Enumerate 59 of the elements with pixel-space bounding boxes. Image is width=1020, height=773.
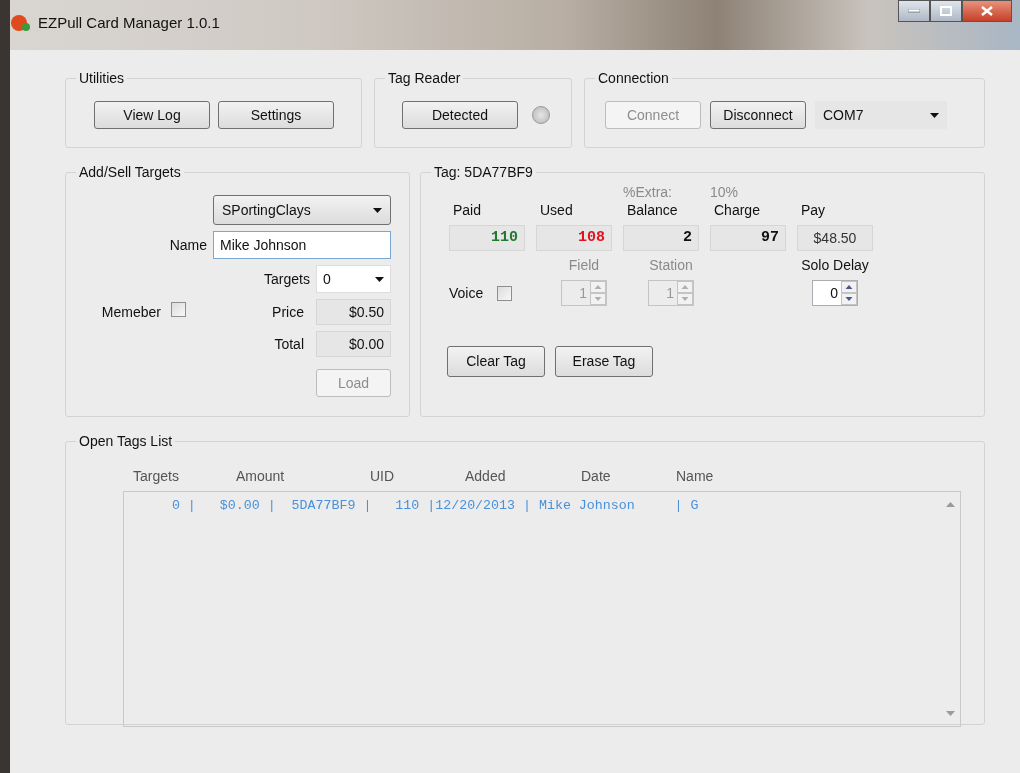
- member-checkbox[interactable]: [171, 301, 186, 317]
- stat-caption: 10%: [710, 185, 740, 200]
- scroll-down-icon[interactable]: [945, 711, 955, 716]
- total-value: $0.00: [316, 331, 391, 357]
- stat-value: 108: [536, 225, 612, 251]
- toolbar-button[interactable]: View Log: [94, 101, 210, 129]
- spinner-label: Field: [568, 256, 600, 275]
- dropdown-caret-icon: [930, 112, 939, 118]
- minimize-button[interactable]: [898, 0, 930, 22]
- stat-label: Balance: [626, 201, 679, 220]
- field-label: Targets: [263, 269, 311, 289]
- stat-label: Paid: [452, 201, 483, 220]
- field-label: Price: [271, 302, 305, 322]
- stat-label: Used: [539, 201, 574, 220]
- port-dropdown[interactable]: COM7: [815, 101, 947, 129]
- close-button[interactable]: [962, 0, 1012, 22]
- field-label: Total: [273, 334, 305, 354]
- game-dropdown[interactable]: SPortingClays: [213, 195, 391, 225]
- stat-value: 97: [710, 225, 786, 251]
- group-title: Add/Sell Targets: [76, 163, 184, 181]
- scroll-up-icon[interactable]: [945, 502, 955, 507]
- column-header: Added: [465, 467, 507, 486]
- column-header: UID: [370, 467, 396, 486]
- toolbar-button[interactable]: Settings: [218, 101, 334, 129]
- spinner-label: Station: [649, 256, 693, 275]
- stat-label: Charge: [713, 201, 761, 220]
- price-value: $0.50: [316, 299, 391, 325]
- spinner-label: Solo Delay: [801, 256, 869, 275]
- maximize-button[interactable]: [930, 0, 962, 22]
- connection-button[interactable]: Disconnect: [710, 101, 806, 129]
- field-label: Voice: [449, 283, 484, 303]
- column-header: Name: [676, 467, 715, 486]
- stat-value: $48.50: [797, 225, 873, 251]
- column-header: Date: [581, 467, 612, 486]
- voice-checkbox[interactable]: [497, 285, 513, 301]
- field-label: Name: [168, 235, 208, 255]
- field-label: Memeber: [100, 302, 162, 322]
- minimize-icon: [908, 9, 920, 13]
- detected-button[interactable]: Detected: [402, 101, 518, 129]
- column-header: Amount: [236, 467, 286, 486]
- targets-dropdown[interactable]: 0: [316, 265, 391, 293]
- group-title: Tag Reader: [385, 69, 464, 87]
- window-title: EZPull Card Manager 1.0.1: [38, 12, 220, 33]
- dropdown-caret-icon: [375, 276, 384, 282]
- column-header: Targets: [133, 467, 180, 486]
- app-icon: [10, 13, 32, 33]
- maximize-icon: [940, 6, 952, 16]
- stat-label: Pay: [800, 201, 827, 220]
- stat-value: 110: [449, 225, 525, 251]
- tag-action-button[interactable]: Clear Tag: [447, 346, 545, 377]
- close-icon: [981, 6, 993, 16]
- stat-caption: %Extra:: [623, 185, 673, 200]
- stat-value: 2: [623, 225, 699, 251]
- number-spinner[interactable]: 0: [812, 280, 858, 306]
- group-title: Open Tags List: [76, 432, 176, 450]
- tag-action-button[interactable]: Erase Tag: [555, 346, 653, 377]
- spin-arrows-icon[interactable]: [841, 281, 857, 305]
- name-input[interactable]: Mike Johnson: [213, 231, 391, 259]
- dropdown-caret-icon: [373, 207, 382, 213]
